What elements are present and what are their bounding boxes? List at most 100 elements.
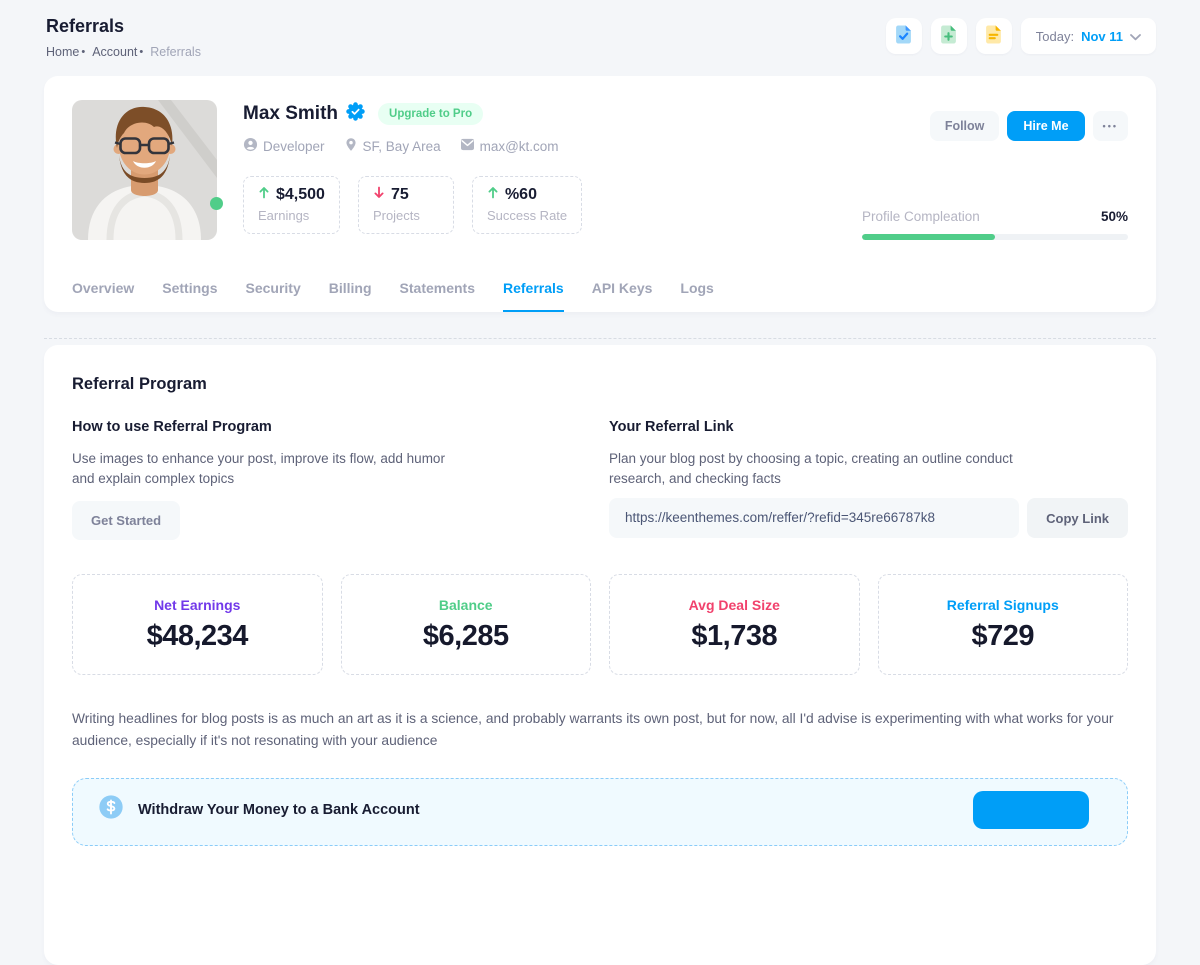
stat-success-label: Success Rate — [487, 208, 567, 223]
meta-role-label: Developer — [263, 139, 325, 154]
metric-balance: Balance $6,285 — [341, 574, 592, 675]
stat-earnings-value: $4,500 — [276, 186, 325, 204]
more-options-button[interactable]: ••• — [1093, 111, 1128, 141]
withdraw-banner: Withdraw Your Money to a Bank Account — [72, 778, 1128, 846]
referral-columns: How to use Referral Program Use images t… — [72, 419, 1128, 540]
referral-link-body: Plan your blog post by choosing a topic,… — [609, 449, 1041, 488]
withdraw-heading: Withdraw Your Money to a Bank Account — [138, 802, 420, 818]
topbar-actions: Today: Nov 11 — [886, 18, 1156, 54]
profile-actions-area: Follow Hire Me ••• Profile Compleation 5… — [862, 100, 1128, 240]
tab-statements[interactable]: Statements — [400, 280, 475, 312]
breadcrumb-account[interactable]: Account — [92, 45, 137, 59]
referral-link-column: Your Referral Link Plan your blog post b… — [609, 419, 1128, 540]
document-add-icon — [940, 25, 957, 47]
metric-label: Avg Deal Size — [689, 597, 780, 613]
referral-note: Writing headlines for blog posts is as m… — [72, 708, 1128, 751]
completion-percent: 50% — [1101, 209, 1128, 224]
metric-net-earnings: Net Earnings $48,234 — [72, 574, 323, 675]
metric-value: $729 — [971, 620, 1034, 653]
referral-link-row: https://keenthemes.com/reffer/?refid=345… — [609, 498, 1128, 538]
meta-location-label: SF, Bay Area — [363, 139, 441, 154]
date-label: Today: — [1036, 29, 1074, 44]
tab-api-keys[interactable]: API Keys — [592, 280, 653, 312]
breadcrumb-separator: • — [81, 46, 85, 58]
dollar-circle-icon — [97, 793, 125, 826]
withdraw-action-button[interactable] — [973, 791, 1089, 829]
date-value: Nov 11 — [1081, 29, 1123, 44]
get-started-button[interactable]: Get Started — [72, 501, 180, 540]
meta-email-label: max@kt.com — [480, 139, 559, 154]
tab-billing[interactable]: Billing — [329, 280, 372, 312]
stat-success-value: %60 — [505, 186, 537, 204]
completion-label: Profile Compleation — [862, 209, 980, 224]
profile-main: Max Smith Upgrade to Pro Developer — [243, 100, 862, 240]
how-to-heading: How to use Referral Program — [72, 419, 609, 435]
avatar-image — [72, 100, 217, 240]
tab-overview[interactable]: Overview — [72, 280, 134, 312]
copy-link-button[interactable]: Copy Link — [1027, 498, 1128, 538]
tab-referrals[interactable]: Referrals — [503, 280, 564, 312]
referral-program-card: Referral Program How to use Referral Pro… — [44, 345, 1156, 965]
metric-label: Referral Signups — [947, 597, 1059, 613]
profile-header: Max Smith Upgrade to Pro Developer — [44, 76, 1156, 240]
verified-badge-icon — [346, 102, 365, 126]
stat-tile-projects: 75 Projects — [358, 176, 454, 234]
action-row: Follow Hire Me ••• — [930, 111, 1128, 141]
stat-earnings-label: Earnings — [258, 208, 325, 223]
metric-referral-signups: Referral Signups $729 — [878, 574, 1129, 675]
breadcrumb-separator: • — [139, 46, 143, 58]
stat-tile-success-rate: %60 Success Rate — [472, 176, 582, 234]
section-divider — [44, 338, 1156, 339]
metric-label: Balance — [439, 597, 493, 613]
document-lines-icon — [985, 25, 1002, 47]
breadcrumb-home[interactable]: Home — [46, 45, 79, 59]
follow-button[interactable]: Follow — [930, 111, 1000, 141]
arrow-up-icon — [258, 186, 270, 204]
document-lines-button[interactable] — [976, 18, 1012, 54]
profile-card: Max Smith Upgrade to Pro Developer — [44, 76, 1156, 312]
arrow-down-icon — [373, 186, 385, 204]
profile-name[interactable]: Max Smith — [243, 103, 338, 125]
how-to-column: How to use Referral Program Use images t… — [72, 419, 609, 540]
date-selector[interactable]: Today: Nov 11 — [1021, 18, 1156, 54]
profile-circle-icon — [243, 137, 258, 155]
how-to-body: Use images to enhance your post, improve… — [72, 449, 447, 488]
meta-location[interactable]: SF, Bay Area — [344, 137, 441, 155]
metric-value: $6,285 — [423, 620, 509, 653]
tab-settings[interactable]: Settings — [162, 280, 217, 312]
topbar-left: Referrals Home • Account • Referrals — [46, 12, 201, 59]
page-title: Referrals — [46, 16, 201, 37]
metric-value: $1,738 — [691, 620, 777, 653]
completion-progress-fill — [862, 234, 995, 240]
referral-metrics: Net Earnings $48,234 Balance $6,285 Avg … — [72, 574, 1128, 675]
referral-link-heading: Your Referral Link — [609, 419, 1128, 435]
profile-completion: Profile Compleation 50% — [862, 209, 1128, 240]
document-add-button[interactable] — [931, 18, 967, 54]
geolocation-icon — [344, 137, 358, 155]
stat-tile-earnings: $4,500 Earnings — [243, 176, 340, 234]
online-status-dot — [210, 197, 223, 210]
profile-stat-tiles: $4,500 Earnings 75 Projects %60 — [243, 176, 862, 234]
document-check-icon — [895, 25, 912, 47]
tab-logs[interactable]: Logs — [680, 280, 713, 312]
meta-email[interactable]: max@kt.com — [460, 138, 559, 154]
profile-tabs: Overview Settings Security Billing State… — [72, 280, 714, 312]
chevron-down-icon — [1130, 29, 1141, 44]
referral-program-title: Referral Program — [72, 375, 1128, 394]
upgrade-to-pro-badge[interactable]: Upgrade to Pro — [378, 103, 483, 125]
stat-projects-label: Projects — [373, 208, 439, 223]
name-row: Max Smith Upgrade to Pro — [243, 102, 862, 126]
meta-role[interactable]: Developer — [243, 137, 325, 155]
completion-progress-bar — [862, 234, 1128, 240]
topbar: Referrals Home • Account • Referrals Tod… — [46, 12, 1156, 59]
metric-value: $48,234 — [147, 620, 248, 653]
document-check-button[interactable] — [886, 18, 922, 54]
profile-meta: Developer SF, Bay Area max@kt.com — [243, 137, 862, 155]
referral-link-field[interactable]: https://keenthemes.com/reffer/?refid=345… — [609, 498, 1019, 538]
stat-projects-value: 75 — [391, 186, 409, 204]
hire-me-button[interactable]: Hire Me — [1007, 111, 1084, 141]
tab-security[interactable]: Security — [246, 280, 301, 312]
metric-avg-deal-size: Avg Deal Size $1,738 — [609, 574, 860, 675]
arrow-up-icon — [487, 186, 499, 204]
avatar — [72, 100, 217, 240]
